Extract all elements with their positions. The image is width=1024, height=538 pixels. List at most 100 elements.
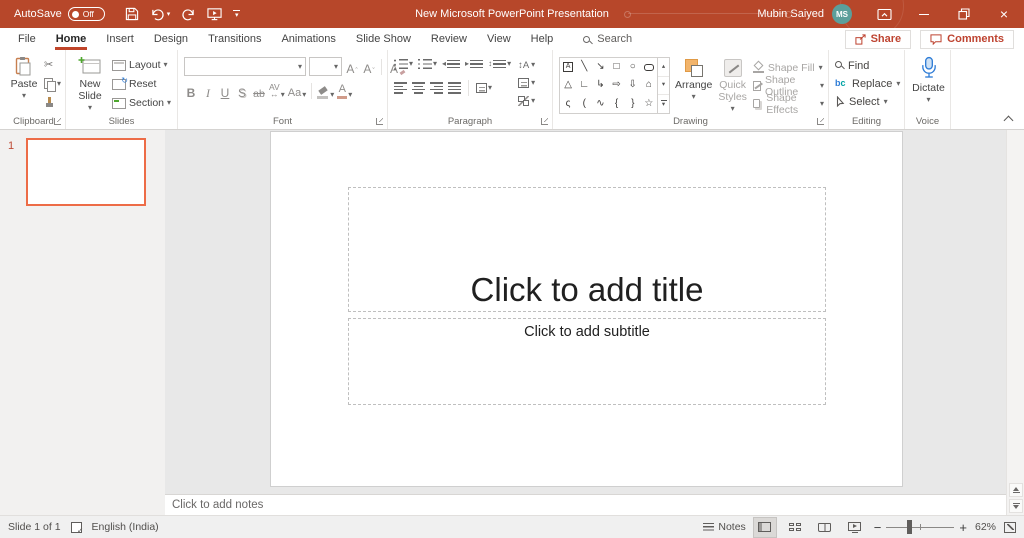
decrease-font-size-button[interactable]: Aˇ: [362, 59, 376, 75]
align-center-button[interactable]: [412, 81, 425, 95]
share-button[interactable]: Share: [845, 30, 912, 49]
slide-editing-surface[interactable]: Click to add title Click to add subtitle: [270, 131, 903, 487]
new-slide-button[interactable]: New Slide ▾: [72, 54, 108, 114]
tab-help[interactable]: Help: [521, 28, 564, 50]
tab-home[interactable]: Home: [46, 28, 97, 50]
paragraph-dialog-launcher-icon[interactable]: [541, 118, 548, 125]
tab-design[interactable]: Design: [144, 28, 198, 50]
undo-button[interactable]: ▾: [150, 8, 171, 21]
italic-button[interactable]: I: [201, 83, 215, 99]
reading-view-button[interactable]: [814, 518, 836, 537]
font-name-caret[interactable]: ▾: [298, 63, 302, 71]
find-button[interactable]: Find: [835, 58, 900, 73]
gallery-scroll-up-button[interactable]: ▴: [658, 58, 669, 77]
close-button[interactable]: ×: [984, 0, 1024, 28]
language-indicator[interactable]: English (India): [92, 521, 159, 533]
shape-brace-left[interactable]: {: [608, 95, 624, 113]
bold-button[interactable]: B: [184, 83, 198, 99]
zoom-slider-thumb[interactable]: [907, 520, 912, 534]
shape-line[interactable]: ╲: [576, 58, 592, 76]
notes-toggle-button[interactable]: Notes: [703, 521, 745, 533]
vertical-scrollbar[interactable]: [1006, 130, 1024, 515]
shape-triangle[interactable]: △: [560, 76, 576, 94]
next-slide-button[interactable]: [1009, 499, 1023, 513]
zoom-out-button[interactable]: −: [874, 521, 882, 534]
tab-file[interactable]: File: [8, 28, 46, 50]
shape-star[interactable]: ☆: [641, 95, 657, 113]
shape-curve[interactable]: ς: [560, 95, 576, 113]
zoom-level[interactable]: 62%: [975, 521, 996, 533]
arrange-button[interactable]: Arrange ▾: [675, 57, 712, 114]
character-spacing-button[interactable]: AV↔ ▾: [269, 83, 285, 99]
slide-thumbnail[interactable]: [26, 138, 146, 206]
gallery-scroll-down-button[interactable]: ▾: [658, 77, 669, 96]
shape-textbox[interactable]: A: [560, 58, 576, 76]
shape-elbow-connector[interactable]: ∟: [576, 76, 592, 94]
undo-caret[interactable]: ▾: [167, 11, 171, 18]
font-name-combo[interactable]: ▾: [184, 57, 306, 76]
ribbon-display-options-button[interactable]: [864, 0, 904, 28]
shape-rounded-rectangle[interactable]: [641, 58, 657, 76]
section-button[interactable]: Section▾: [112, 95, 171, 111]
shape-arrow-line[interactable]: ↘: [592, 58, 608, 76]
replace-button[interactable]: bcReplace▾: [835, 76, 900, 91]
align-text-button[interactable]: ▾: [518, 76, 535, 90]
highlight-color-button[interactable]: ▾: [317, 83, 334, 99]
fit-slide-to-window-button[interactable]: [1004, 522, 1016, 533]
customize-qat-button[interactable]: ▾: [233, 10, 240, 19]
drawing-dialog-launcher-icon[interactable]: [817, 118, 824, 125]
account-button[interactable]: Mubin Saiyed MS: [757, 4, 852, 24]
avatar[interactable]: MS: [832, 4, 852, 24]
change-case-button[interactable]: Aa▾: [288, 83, 306, 99]
numbering-button[interactable]: ▾: [418, 57, 437, 71]
increase-indent-button[interactable]: ▸: [465, 57, 483, 71]
copy-button[interactable]: ▾: [44, 76, 61, 91]
font-size-caret[interactable]: ▾: [334, 63, 338, 71]
font-color-button[interactable]: A▾: [337, 83, 352, 99]
shape-flowchart[interactable]: ⌂: [641, 76, 657, 94]
shape-effects-button[interactable]: Shape Effects▾: [753, 96, 824, 111]
shape-elbow-arrow[interactable]: ↳: [592, 76, 608, 94]
text-direction-button[interactable]: ↕A▾: [518, 58, 535, 72]
justify-button[interactable]: [448, 81, 461, 95]
align-right-button[interactable]: [430, 81, 443, 95]
columns-button[interactable]: ▾: [476, 81, 492, 95]
decrease-indent-button[interactable]: ◂: [442, 57, 460, 71]
shape-freeform[interactable]: ∿: [592, 95, 608, 113]
layout-button[interactable]: Layout▾: [112, 57, 171, 73]
zoom-slider[interactable]: [886, 527, 954, 528]
start-slideshow-button[interactable]: [207, 7, 222, 21]
font-size-combo[interactable]: ▾: [309, 57, 342, 76]
slideshow-view-button[interactable]: [844, 518, 866, 537]
dictate-button[interactable]: Dictate ▾: [911, 54, 946, 114]
convert-to-smartart-button[interactable]: ▾: [518, 94, 535, 108]
search-box[interactable]: Search: [583, 28, 632, 50]
autosave-switch[interactable]: Off: [68, 7, 105, 21]
line-spacing-button[interactable]: ↕▾: [488, 57, 511, 71]
shape-right-arrow[interactable]: ⇨: [608, 76, 624, 94]
clipboard-dialog-launcher-icon[interactable]: [54, 118, 61, 125]
increase-font-size-button[interactable]: Aˆ: [345, 59, 359, 75]
autosave-toggle[interactable]: AutoSave Off: [14, 7, 105, 21]
shape-down-arrow[interactable]: ⇩: [625, 76, 641, 94]
gallery-more-button[interactable]: ▾: [658, 95, 669, 113]
tab-view[interactable]: View: [477, 28, 521, 50]
format-painter-button[interactable]: [44, 95, 61, 110]
normal-view-button[interactable]: [754, 518, 776, 537]
shape-brace-right[interactable]: }: [625, 95, 641, 113]
tab-insert[interactable]: Insert: [96, 28, 144, 50]
redo-button[interactable]: [181, 8, 196, 21]
title-placeholder[interactable]: Click to add title: [348, 187, 826, 312]
font-dialog-launcher-icon[interactable]: [376, 118, 383, 125]
restore-button[interactable]: [944, 0, 984, 28]
comments-button[interactable]: Comments: [920, 30, 1014, 49]
quick-styles-button[interactable]: Quick Styles ▾: [717, 57, 748, 114]
reset-button[interactable]: Reset: [112, 76, 171, 92]
minimize-button[interactable]: [904, 0, 944, 28]
shape-arc[interactable]: (: [576, 95, 592, 113]
bullets-button[interactable]: ▾: [394, 57, 413, 71]
spell-check-icon[interactable]: [71, 522, 82, 533]
zoom-in-button[interactable]: +: [959, 521, 967, 534]
tab-animations[interactable]: Animations: [271, 28, 345, 50]
notes-placeholder[interactable]: Click to add notes: [172, 499, 263, 511]
